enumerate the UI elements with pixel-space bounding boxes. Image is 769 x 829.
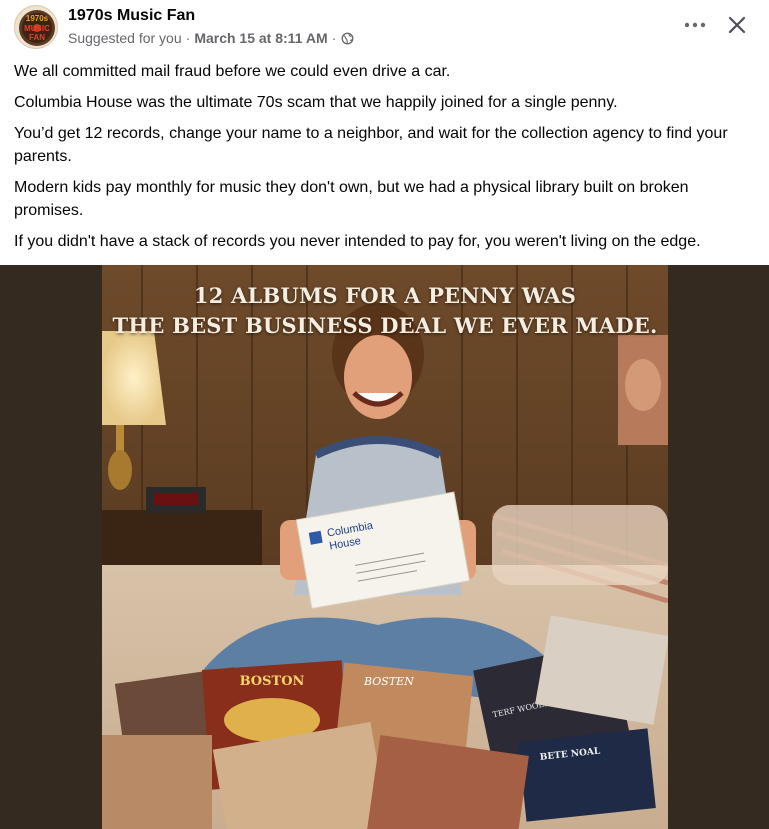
post-paragraph-4: Modern kids pay monthly for music they d… [14, 179, 689, 219]
post-card: 1970s MUSIC FAN 1970s Music Fan Suggeste… [0, 0, 769, 829]
album-text-boston: BOSTON [240, 674, 305, 689]
more-horizontal-icon [684, 22, 706, 28]
avatar-text-3: FAN [29, 33, 45, 42]
headline-line-1: 12 ALBUMS FOR A PENNY WAS [193, 283, 577, 308]
post-paragraph-3: You’d get 12 records, change your name t… [14, 125, 728, 165]
headline-line-2: THE BEST BUSINESS DEAL WE EVER MADE. [112, 313, 658, 338]
avatar-text-2: MUSIC [24, 24, 50, 33]
post-meta: Suggested for you · March 15 at 8:11 AM … [68, 30, 354, 46]
close-icon [728, 16, 746, 34]
avatar-logo: 1970s MUSIC FAN [15, 6, 57, 48]
photo-illustration: Columbia House BOSTON BOSTEN TERF WOOLS … [102, 265, 668, 829]
post-text: We all committed mail fraud before we co… [14, 60, 756, 261]
post-paragraph-2: Columbia House was the ultimate 70s scam… [14, 94, 618, 111]
close-button[interactable] [722, 10, 752, 40]
meta-separator: · [185, 30, 191, 46]
post-paragraph-5: If you didn't have a stack of records yo… [14, 233, 701, 250]
post-header: 1970s MUSIC FAN 1970s Music Fan Suggeste… [0, 0, 769, 58]
photo: Columbia House BOSTON BOSTEN TERF WOOLS … [102, 265, 668, 829]
album-text-bosten: BOSTEN [363, 675, 414, 688]
avatar-text-1: 1970s [26, 14, 49, 23]
globe-icon[interactable] [341, 32, 354, 45]
post-date-link[interactable]: March 15 at 8:11 AM [194, 30, 327, 46]
meta-separator-2: · [331, 30, 337, 46]
avatar[interactable]: 1970s MUSIC FAN [14, 5, 58, 49]
post-image[interactable]: Columbia House BOSTON BOSTEN TERF WOOLS … [0, 265, 769, 829]
suggested-label: Suggested for you [68, 30, 182, 46]
image-headline: 12 ALBUMS FOR A PENNY WAS THE BEST BUSIN… [102, 281, 668, 341]
page-name-link[interactable]: 1970s Music Fan [68, 7, 195, 25]
more-options-button[interactable] [680, 12, 710, 38]
post-paragraph-1: We all committed mail fraud before we co… [14, 63, 451, 80]
